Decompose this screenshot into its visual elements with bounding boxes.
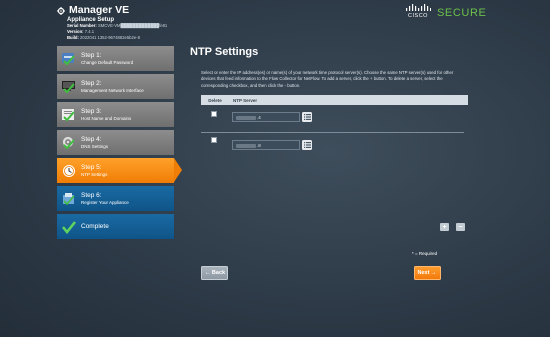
cisco-logo: CISCO — [405, 4, 431, 19]
build-label: Build: — [67, 35, 79, 40]
ntp-server-field-1[interactable]: .4 — [232, 112, 300, 123]
arrow-left-icon: ← — [204, 270, 211, 276]
step-6-register[interactable]: Step 6: Register Your Appliance — [57, 186, 174, 211]
register-icon — [61, 192, 77, 206]
redacted-mask — [236, 116, 256, 121]
ntp-list-button-2[interactable] — [302, 140, 312, 151]
back-button[interactable]: ← Back — [201, 266, 228, 280]
complete-label: Complete — [81, 223, 109, 230]
ntp-table-header: Delete NTP Server — [201, 95, 468, 106]
build: Build: 2022041 1352-9674882e5b2e-8 — [67, 35, 167, 41]
step-3-host-name[interactable]: Step 3: Host Name and Domains — [57, 102, 174, 127]
step-2-label: Management Network Interface — [81, 87, 144, 93]
step-4-dns-settings[interactable]: Step 4: DNS Settings — [57, 130, 174, 155]
serial-value: SMCVE-VM█████████████fe81 — [97, 23, 168, 28]
password-icon — [61, 52, 77, 66]
step-1-change-password[interactable]: Step 1: Change Default Password — [57, 46, 174, 71]
step-1-label: Change Default Password — [81, 59, 134, 65]
ntp-list-button-1[interactable] — [302, 112, 312, 123]
complete-check-icon — [61, 220, 77, 234]
step-1-number: Step 1: — [81, 51, 102, 59]
main-panel: NTP Settings Select or enter the IP addr… — [188, 46, 472, 165]
step-3-label: Host Name and Domains — [81, 115, 132, 121]
header: Manager VE Appliance Setup Serial Number… — [0, 0, 550, 44]
step-2-number: Step 2: — [81, 79, 102, 87]
next-button[interactable]: Next → — [414, 266, 441, 280]
build-value: 2022041 1352-9674882e5b2e-8 — [80, 35, 140, 40]
product-title: Manager VE — [69, 4, 130, 16]
gear-icon — [57, 6, 65, 15]
required-note: * = Required — [412, 251, 438, 256]
list-icon — [303, 142, 311, 149]
ntp-server-field-2[interactable]: .8 — [232, 140, 300, 151]
arrow-right-icon: → — [430, 270, 437, 276]
add-server-button[interactable]: + — [440, 223, 449, 231]
list-icon — [303, 114, 311, 121]
step-6-label: Register Your Appliance — [81, 199, 129, 205]
step-complete[interactable]: Complete — [57, 214, 174, 239]
step-6-number: Step 6: — [81, 191, 102, 199]
table-row: .8 — [201, 135, 468, 165]
instructions-text: Select or enter the IP address(es) or na… — [201, 70, 454, 88]
delete-checkbox-1[interactable] — [211, 111, 217, 118]
version-value: 7.4.1 — [84, 29, 95, 34]
dns-gear-icon — [61, 136, 77, 150]
next-label: Next — [417, 270, 430, 276]
redacted-mask — [236, 144, 256, 149]
delete-column-header: Delete — [208, 97, 222, 103]
delete-checkbox-2[interactable] — [211, 137, 217, 144]
setup-steps-sidebar: Step 1: Change Default Password Step 2: Ma… — [57, 46, 182, 242]
host-name-icon — [61, 108, 77, 122]
step-4-number: Step 4: — [81, 135, 102, 143]
version-label: Version: — [67, 29, 84, 34]
step-4-label: DNS Settings — [81, 143, 109, 149]
brand-block: Manager VE Appliance Setup Serial Number… — [57, 4, 167, 41]
row-divider — [201, 132, 464, 134]
table-row: .4 — [201, 105, 468, 135]
serial-label: Serial Number: — [67, 23, 97, 28]
step-5-label: NTP Settings — [81, 171, 108, 177]
step-3-number: Step 3: — [81, 107, 102, 115]
cisco-wordmark: CISCO — [408, 13, 428, 19]
ntp-server-column-header: NTP Server — [233, 97, 258, 103]
remove-server-button[interactable]: − — [456, 223, 465, 231]
ntp-server-value-1: .4 — [257, 115, 261, 121]
cisco-bars-icon — [406, 4, 431, 11]
page-title: NTP Settings — [190, 46, 259, 58]
clock-icon — [61, 164, 77, 178]
step-5-number: Step 5: — [81, 163, 102, 171]
back-label: Back — [211, 270, 226, 276]
secure-wordmark: SECURE — [437, 7, 487, 19]
cisco-secure-logo: CISCO SECURE — [405, 4, 486, 19]
step-5-ntp-settings[interactable]: Step 5: NTP Settings — [57, 158, 182, 183]
network-interface-icon — [61, 80, 77, 94]
product-title-row: Manager VE — [57, 4, 167, 16]
step-2-network-interface[interactable]: Step 2: Management Network Interface — [57, 74, 174, 99]
ntp-server-value-2: .8 — [257, 143, 261, 149]
